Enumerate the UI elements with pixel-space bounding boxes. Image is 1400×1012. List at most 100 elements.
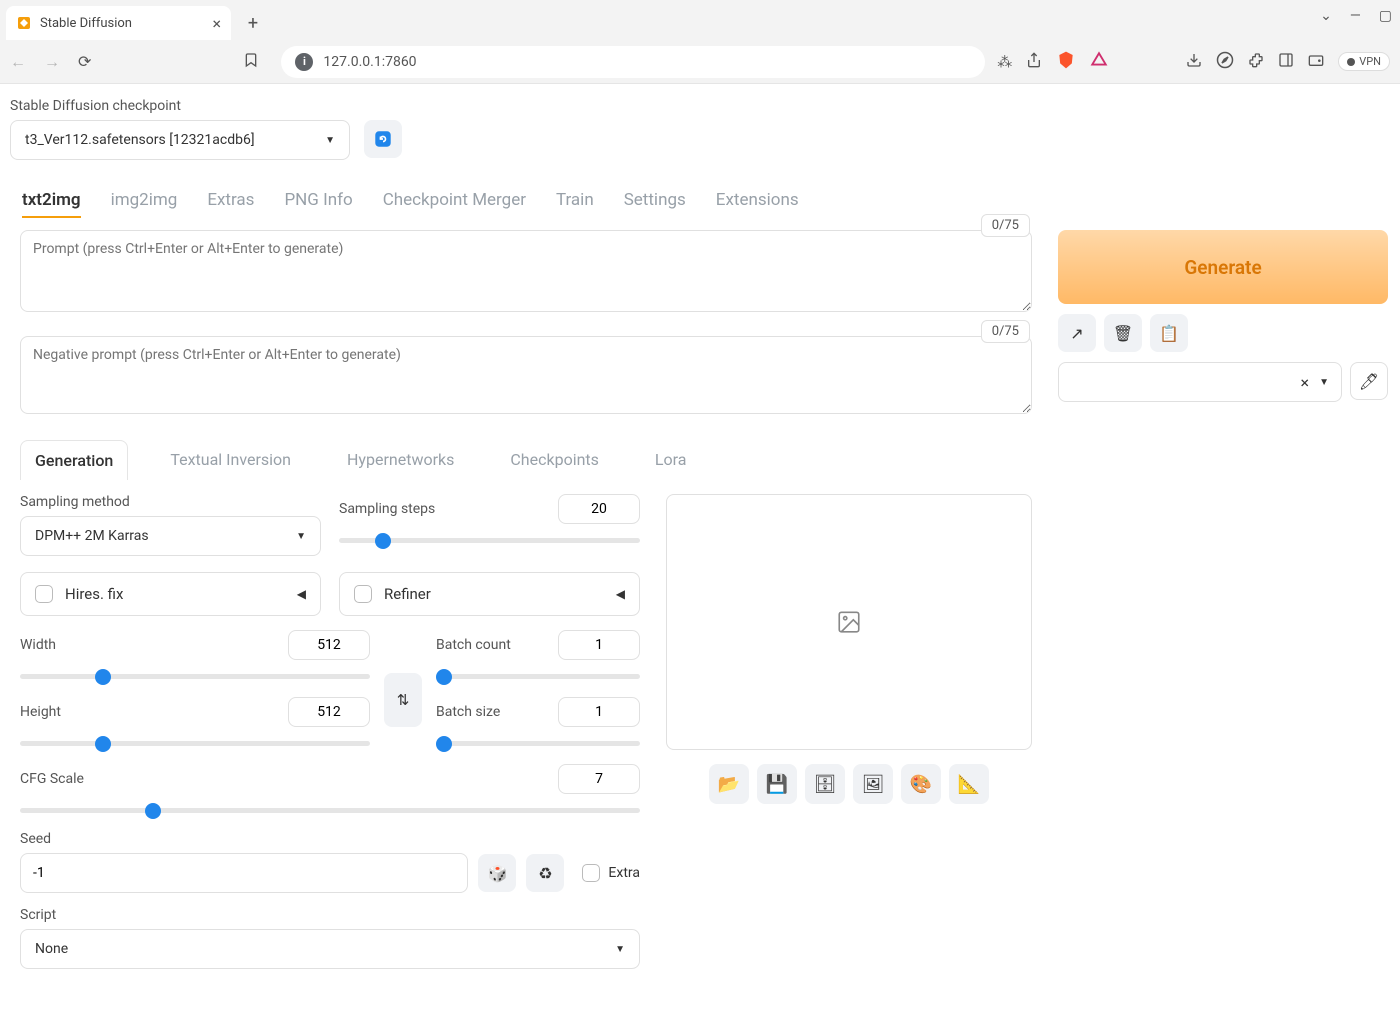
batch-count-slider[interactable] xyxy=(436,674,640,679)
checkpoint-label: Stable Diffusion checkpoint xyxy=(10,98,350,114)
height-slider[interactable] xyxy=(20,741,370,746)
address-bar[interactable]: i 127.0.0.1:7860 xyxy=(281,46,985,78)
random-seed-button[interactable]: 🎲 xyxy=(478,854,516,892)
browser-tab[interactable]: Stable Diffusion × xyxy=(6,6,231,40)
styles-dropdown[interactable]: × ▼ xyxy=(1058,362,1342,402)
brave-shield-icon[interactable] xyxy=(1056,50,1076,74)
sampling-method-dropdown[interactable]: DPM++ 2M Karras ▼ xyxy=(20,516,321,556)
extra-seed-checkbox[interactable] xyxy=(582,864,600,882)
extensions-icon[interactable] xyxy=(1248,52,1264,72)
chevron-down-icon: ▼ xyxy=(296,531,306,542)
minimize-icon[interactable]: — xyxy=(1350,8,1361,24)
send-to-img2img-button[interactable]: 🖼 xyxy=(853,764,893,804)
back-icon[interactable]: ← xyxy=(10,52,26,72)
prompt-input[interactable] xyxy=(20,230,1032,312)
save-zip-button[interactable]: 🗄 xyxy=(805,764,845,804)
seed-input[interactable] xyxy=(20,853,468,893)
send-to-inpaint-button[interactable]: 🎨 xyxy=(901,764,941,804)
main-tabs: txt2img img2img Extras PNG Info Checkpoi… xyxy=(6,160,1394,226)
image-placeholder-icon xyxy=(836,609,862,635)
sidepanel-icon[interactable] xyxy=(1278,52,1294,72)
cfg-scale-input[interactable] xyxy=(558,764,640,794)
paste-button[interactable]: 📋 xyxy=(1150,314,1188,352)
prompt-token-counter: 0/75 xyxy=(981,214,1030,237)
favicon-icon xyxy=(16,15,32,31)
bookmark-icon[interactable] xyxy=(243,52,259,72)
height-label: Height xyxy=(20,704,61,720)
refresh-checkpoint-button[interactable] xyxy=(364,120,402,158)
save-button[interactable]: 💾 xyxy=(757,764,797,804)
chevron-down-icon[interactable]: ⌄ xyxy=(1320,8,1332,24)
output-actions: 📂 💾 🗄 🖼 🎨 📐 xyxy=(666,764,1032,804)
open-folder-button[interactable]: 📂 xyxy=(709,764,749,804)
sampling-method-label: Sampling method xyxy=(20,494,321,510)
tab-extensions[interactable]: Extensions xyxy=(716,184,799,218)
sampling-steps-label: Sampling steps xyxy=(339,501,435,517)
width-slider[interactable] xyxy=(20,674,370,679)
close-icon[interactable]: × xyxy=(1301,373,1310,392)
tab-train[interactable]: Train xyxy=(556,184,594,218)
subtab-checkpoints[interactable]: Checkpoints xyxy=(496,440,613,480)
sampling-steps-input[interactable] xyxy=(558,494,640,524)
subtab-hypernetworks[interactable]: Hypernetworks xyxy=(333,440,468,480)
cfg-scale-slider[interactable] xyxy=(20,808,640,813)
chevron-down-icon: ▼ xyxy=(615,944,625,955)
batch-count-label: Batch count xyxy=(436,637,511,653)
reuse-seed-button[interactable]: ♻ xyxy=(526,854,564,892)
clear-prompt-button[interactable]: 🗑 xyxy=(1104,314,1142,352)
hires-fix-checkbox[interactable] xyxy=(35,585,53,603)
tab-img2img[interactable]: img2img xyxy=(111,184,178,218)
wallet-icon[interactable] xyxy=(1308,52,1324,72)
tab-close-icon[interactable]: × xyxy=(212,14,221,33)
extra-label: Extra xyxy=(608,865,640,881)
share-icon[interactable] xyxy=(1026,52,1042,72)
edit-styles-button[interactable]: 🖊 xyxy=(1350,362,1388,400)
height-input[interactable] xyxy=(288,697,370,727)
batch-size-input[interactable] xyxy=(558,697,640,727)
triangle-left-icon: ◀ xyxy=(297,587,306,601)
forward-icon[interactable]: → xyxy=(44,52,60,72)
brave-wallet-icon[interactable] xyxy=(1090,51,1108,73)
subtab-generation[interactable]: Generation xyxy=(20,440,128,480)
sampling-steps-slider[interactable] xyxy=(339,538,640,543)
chevron-down-icon: ▼ xyxy=(1319,377,1329,388)
subtab-lora[interactable]: Lora xyxy=(641,440,701,480)
batch-count-input[interactable] xyxy=(558,630,640,660)
refiner-checkbox[interactable] xyxy=(354,585,372,603)
window-controls: ⌄ — ▢ xyxy=(1320,8,1392,24)
checkpoint-dropdown[interactable]: t3_Ver112.safetensors [12321acdb6] ▼ xyxy=(10,120,350,160)
send-to-extras-button[interactable]: 📐 xyxy=(949,764,989,804)
width-label: Width xyxy=(20,637,56,653)
generate-button[interactable]: Generate xyxy=(1058,230,1388,304)
output-preview xyxy=(666,494,1032,750)
interrogate-button[interactable]: ↗ xyxy=(1058,314,1096,352)
subtab-textual-inversion[interactable]: Textual Inversion xyxy=(156,440,305,480)
refiner-toggle[interactable]: Refiner ◀ xyxy=(339,572,640,616)
tab-checkpoint-merger[interactable]: Checkpoint Merger xyxy=(383,184,526,218)
script-label: Script xyxy=(20,907,640,923)
width-input[interactable] xyxy=(288,630,370,660)
vpn-badge[interactable]: VPN xyxy=(1338,52,1390,71)
browser-tabs-bar: Stable Diffusion × + ⌄ — ▢ xyxy=(0,0,1400,40)
negative-prompt-token-counter: 0/75 xyxy=(981,320,1030,343)
download-icon[interactable] xyxy=(1186,52,1202,72)
tab-settings[interactable]: Settings xyxy=(624,184,686,218)
tab-title: Stable Diffusion xyxy=(40,16,132,31)
maximize-icon[interactable]: ▢ xyxy=(1379,8,1392,24)
batch-size-slider[interactable] xyxy=(436,741,640,746)
tab-pnginfo[interactable]: PNG Info xyxy=(284,184,352,218)
info-icon: i xyxy=(295,53,313,71)
negative-prompt-input[interactable] xyxy=(20,336,1032,414)
script-dropdown[interactable]: None ▼ xyxy=(20,929,640,969)
compass-icon[interactable] xyxy=(1216,51,1234,73)
browser-toolbar: ← → ⟳ i 127.0.0.1:7860 ⁂ VPN xyxy=(0,40,1400,84)
tab-txt2img[interactable]: txt2img xyxy=(22,184,81,218)
swap-dimensions-button[interactable]: ⇅ xyxy=(384,673,422,727)
new-tab-button[interactable]: + xyxy=(239,9,267,37)
reload-icon[interactable]: ⟳ xyxy=(78,52,91,71)
checkpoint-value: t3_Ver112.safetensors [12321acdb6] xyxy=(25,132,255,148)
url-text: 127.0.0.1:7860 xyxy=(323,54,416,70)
translate-icon[interactable]: ⁂ xyxy=(997,53,1012,71)
hires-fix-toggle[interactable]: Hires. fix ◀ xyxy=(20,572,321,616)
tab-extras[interactable]: Extras xyxy=(207,184,254,218)
